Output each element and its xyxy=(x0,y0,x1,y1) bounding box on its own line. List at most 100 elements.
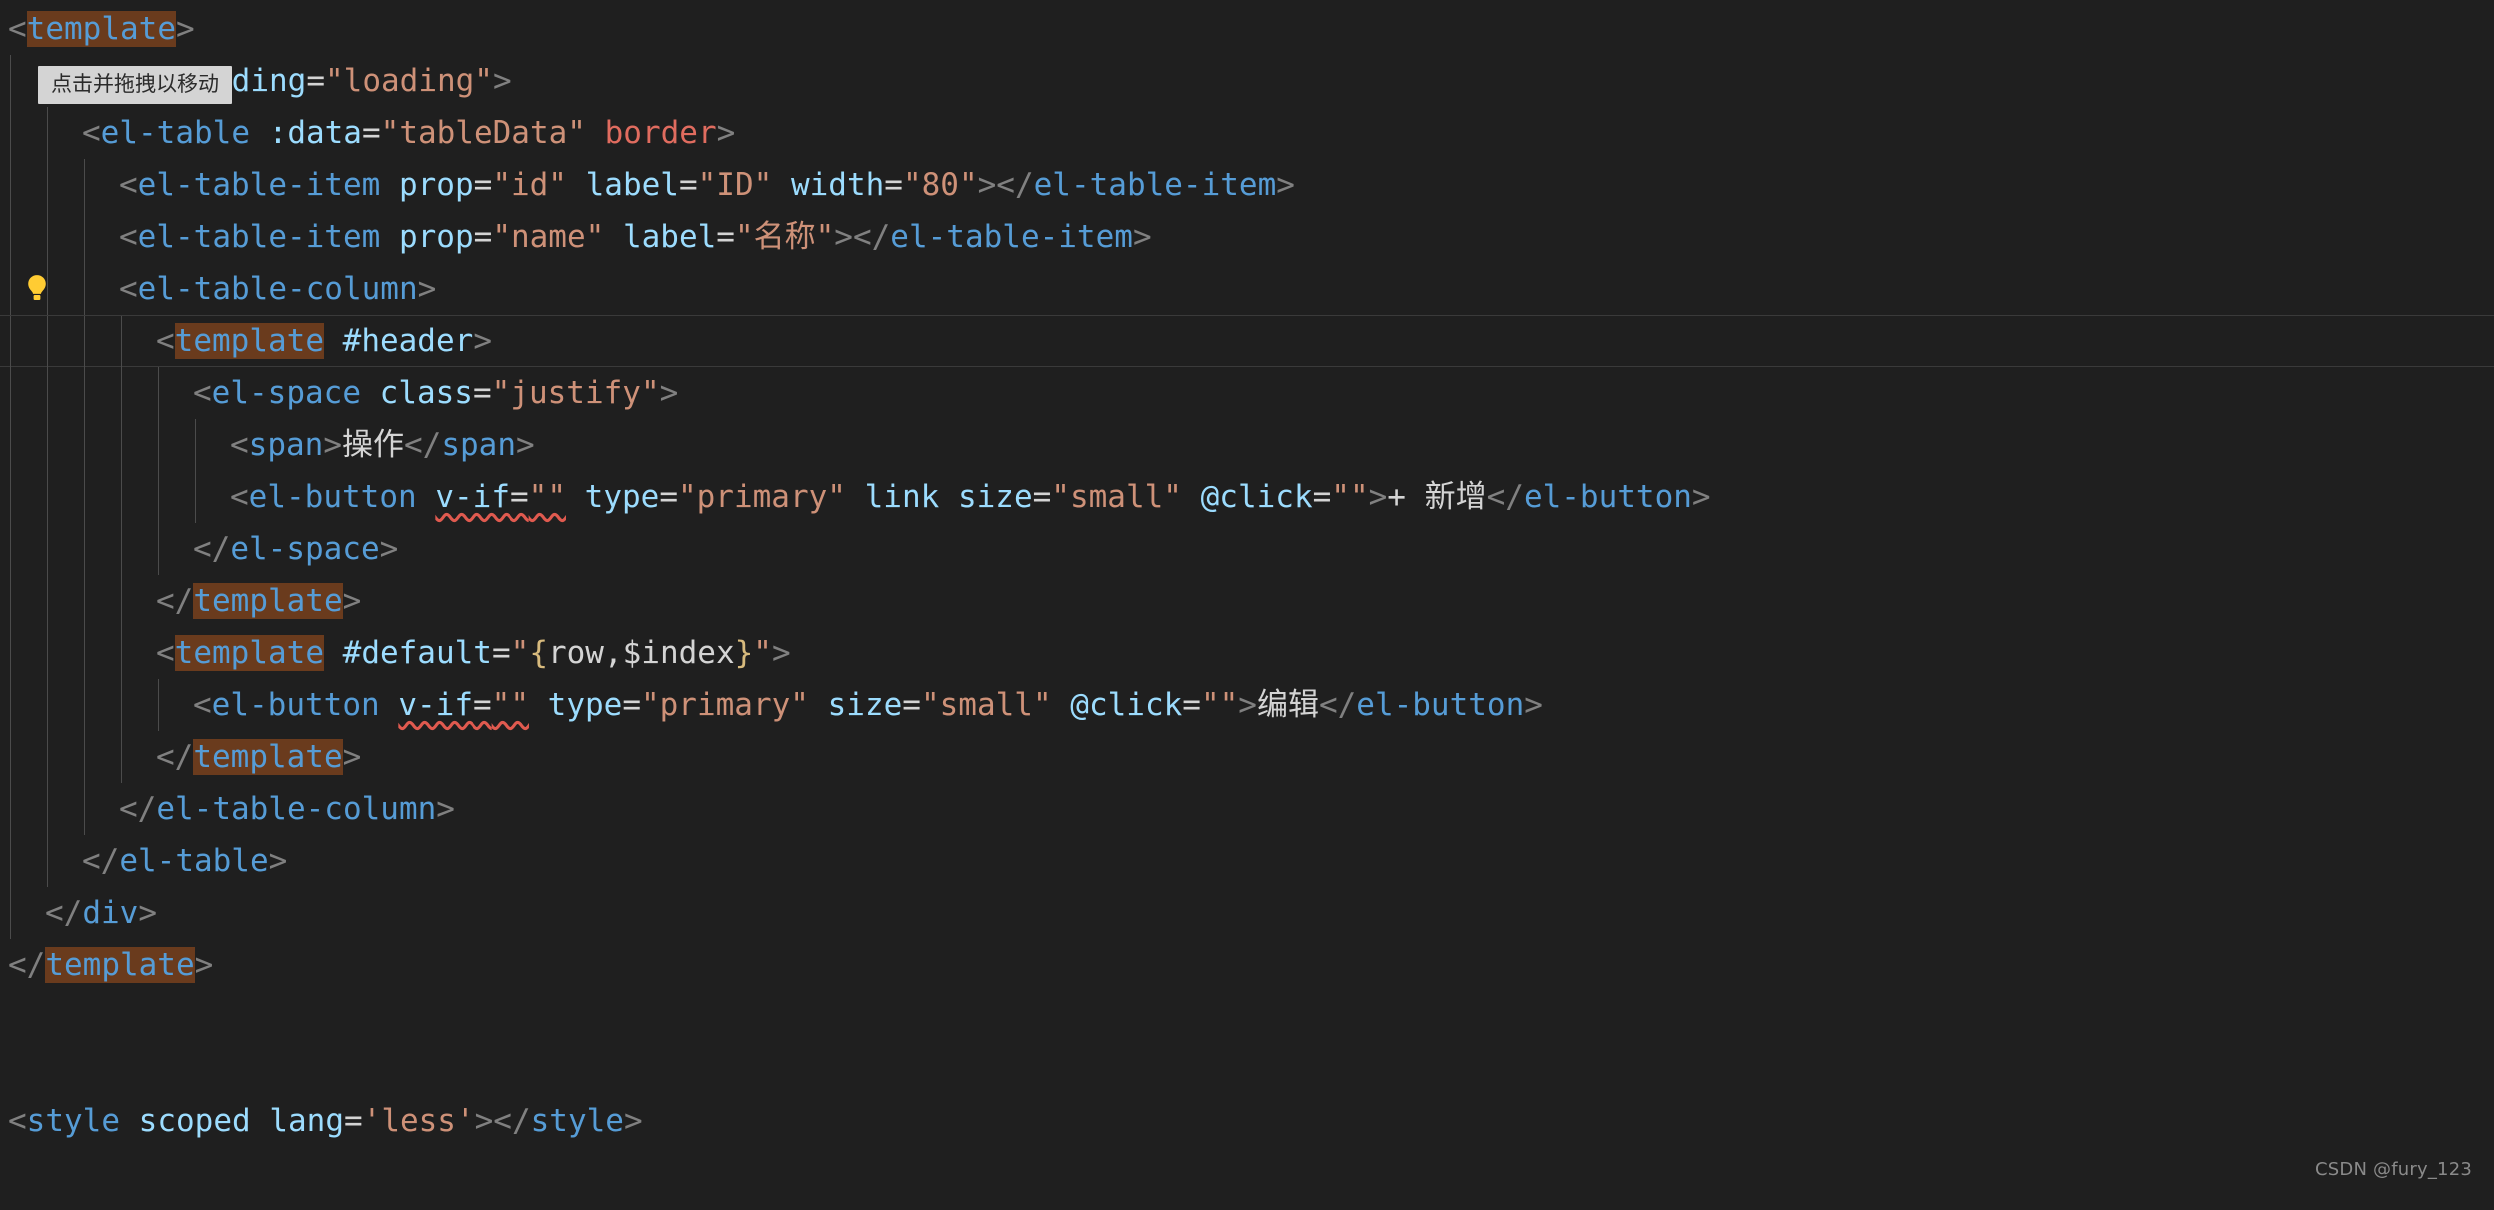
indent-guide xyxy=(47,835,48,887)
code-token: = xyxy=(884,167,903,203)
code-token: "id" xyxy=(492,167,567,203)
code-line[interactable]: <style scoped lang='less'></style> xyxy=(0,1095,2494,1147)
code-token: el-button xyxy=(1523,479,1692,515)
code-line[interactable]: <el-table :data="tableData" border> xyxy=(0,107,2494,159)
code-token: < xyxy=(8,11,27,47)
code-line[interactable]: <el-table-column> xyxy=(0,263,2494,315)
code-token: "80" xyxy=(902,167,978,203)
code-line[interactable]: <template> xyxy=(0,3,2494,55)
code-token: 编辑 xyxy=(1256,687,1319,723)
indent-guide xyxy=(47,419,48,471)
indent-guide xyxy=(10,835,11,887)
code-token: "small" xyxy=(1051,479,1182,515)
code-token: </ xyxy=(193,531,231,567)
code-token: type xyxy=(547,687,623,723)
indent-guide xyxy=(121,316,122,368)
indent-guide xyxy=(10,55,11,107)
code-token: style xyxy=(530,1103,624,1139)
indent-guide xyxy=(84,159,85,211)
code-token: row,$index xyxy=(547,635,735,671)
code-line-text: <el-button v-if="" type="primary" size="… xyxy=(193,687,1543,723)
code-token: "tableData" xyxy=(380,115,586,151)
code-line[interactable]: <el-table-item prop="id" label="ID" widt… xyxy=(0,159,2494,211)
indent-guide xyxy=(47,471,48,523)
code-token: < xyxy=(230,427,249,463)
indent-guide xyxy=(10,107,11,159)
code-token: ></ xyxy=(474,1103,531,1139)
code-token: label xyxy=(585,167,679,203)
indent-guide xyxy=(47,731,48,783)
code-token: = xyxy=(509,479,529,515)
code-token: + 新增 xyxy=(1387,479,1487,515)
code-line[interactable]: <el-button v-if="" type="primary" link s… xyxy=(0,471,2494,523)
code-line[interactable]: </el-space> xyxy=(0,523,2494,575)
code-token: < xyxy=(230,479,249,515)
code-token: </ xyxy=(156,583,194,619)
indent-guide xyxy=(47,367,48,419)
code-token: = xyxy=(343,1103,363,1139)
indent-guide xyxy=(47,679,48,731)
indent-guide xyxy=(47,783,48,835)
code-token: < xyxy=(156,323,175,359)
code-token: > xyxy=(623,1103,643,1139)
code-surface[interactable]: <template><div v-loading="loading"><el-t… xyxy=(0,0,2494,1147)
code-line[interactable]: <template #default="{row,$index}"> xyxy=(0,627,2494,679)
code-line[interactable]: <el-space class="justify"> xyxy=(0,367,2494,419)
indent-guide xyxy=(47,316,48,368)
indent-guide xyxy=(47,523,48,575)
code-line-text: <el-table-item prop="name" label="名称"></… xyxy=(119,219,1152,255)
code-line[interactable]: <el-table-item prop="name" label="名称"></… xyxy=(0,211,2494,263)
code-line[interactable]: </template> xyxy=(0,939,2494,991)
indent-guide xyxy=(158,679,159,731)
code-line-text: <style scoped lang='less'></style> xyxy=(8,1103,643,1139)
code-line[interactable]: </el-table-column> xyxy=(0,783,2494,835)
code-line[interactable]: </div> xyxy=(0,887,2494,939)
code-token: > xyxy=(417,271,437,307)
code-token: > xyxy=(1691,479,1711,515)
code-token: > xyxy=(138,895,157,931)
code-line[interactable]: <el-button v-if="" type="primary" size="… xyxy=(0,679,2494,731)
code-line[interactable]: </el-table> xyxy=(0,835,2494,887)
code-token: = xyxy=(659,479,678,515)
code-token: size xyxy=(827,687,903,723)
code-line[interactable]: <template #header> xyxy=(0,315,2494,368)
indent-guide xyxy=(10,887,11,939)
code-line[interactable]: </template> xyxy=(0,731,2494,783)
code-token: el-button xyxy=(211,687,380,723)
indent-guide xyxy=(158,367,159,419)
code-line[interactable]: </template> xyxy=(0,575,2494,627)
code-token: span xyxy=(441,427,516,463)
code-token: } xyxy=(734,635,754,671)
indent-guide xyxy=(121,523,122,575)
code-line-text: <template #default="{row,$index}"> xyxy=(156,635,791,671)
code-token: ></ xyxy=(834,219,891,255)
code-token: > xyxy=(716,115,736,151)
code-token: </ xyxy=(8,947,46,983)
code-line[interactable] xyxy=(0,1043,2494,1095)
code-token: @click xyxy=(1200,479,1313,515)
indent-guide xyxy=(10,523,11,575)
code-token: > xyxy=(515,427,535,463)
indent-guide xyxy=(121,575,122,627)
code-editor[interactable]: <template><div v-loading="loading"><el-t… xyxy=(0,0,2494,1210)
indent-guide xyxy=(195,419,196,471)
code-token: @click xyxy=(1070,687,1183,723)
indent-guide xyxy=(84,471,85,523)
code-token: prop xyxy=(398,219,474,255)
indent-guide xyxy=(84,263,85,315)
code-line[interactable] xyxy=(0,991,2494,1043)
indent-guide xyxy=(84,575,85,627)
code-line[interactable]: <span>操作</span> xyxy=(0,419,2494,471)
indent-guide xyxy=(84,731,85,783)
watermark: CSDN @fury_123 xyxy=(2315,1159,2472,1180)
code-token: > xyxy=(323,427,342,463)
code-token: </ xyxy=(404,427,442,463)
code-line[interactable]: <div v-loading="loading"> xyxy=(0,55,2494,107)
code-token: = xyxy=(1182,687,1201,723)
code-token: < xyxy=(119,167,138,203)
indent-guide xyxy=(84,679,85,731)
indent-guide xyxy=(84,316,85,368)
